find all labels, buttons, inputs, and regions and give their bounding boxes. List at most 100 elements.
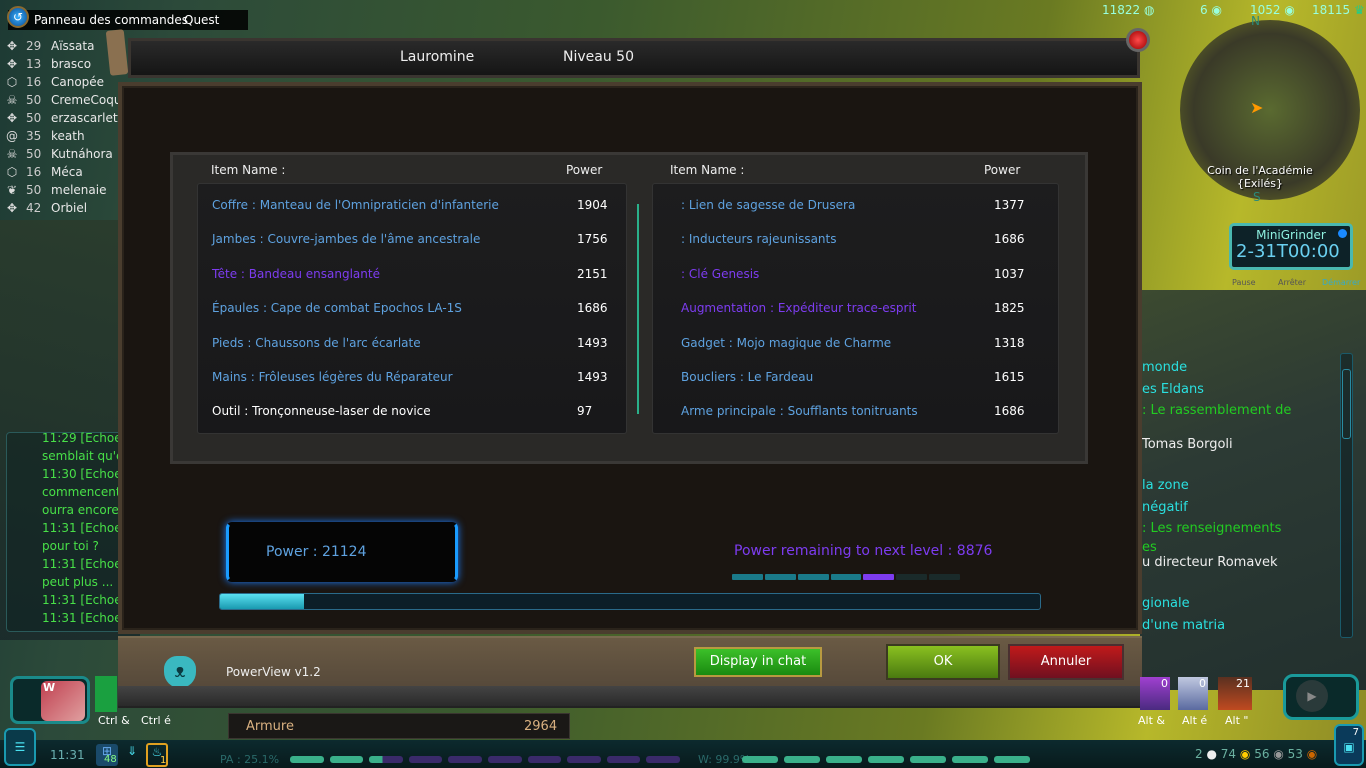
list-divider-scroll bbox=[637, 204, 639, 414]
currency-gold: 11822 ◍ bbox=[1102, 3, 1155, 17]
item-power: 1615 bbox=[994, 370, 1025, 384]
back-arrow-icon[interactable]: ↺ bbox=[7, 6, 29, 28]
command-panel-bar[interactable]: Panneau des commandes Quest bbox=[8, 10, 248, 30]
close-button[interactable] bbox=[1126, 28, 1150, 52]
quest-tracker-line[interactable]: d'une matria bbox=[1142, 618, 1225, 633]
friend-row[interactable]: ✥ 50 erzascarlett bbox=[4, 111, 124, 129]
quest-tracker-line[interactable]: es Eldans bbox=[1142, 382, 1204, 397]
chat-line: 11:31 [Echoe bbox=[42, 557, 122, 571]
chat-line: 11:31 [Echoe bbox=[42, 611, 122, 625]
friend-level: 35 bbox=[26, 129, 42, 143]
quest-tracker-line[interactable]: Tomas Borgoli bbox=[1142, 437, 1233, 452]
stop-button[interactable]: Arrêter bbox=[1278, 278, 1306, 287]
quest-scrollbar[interactable] bbox=[1340, 353, 1353, 638]
gift-icon[interactable]: ⊞ 48 bbox=[96, 744, 118, 766]
item-name[interactable]: Gadget : Mojo magique de Charme bbox=[681, 336, 891, 350]
consumable-slot-1[interactable]: 0 bbox=[1140, 677, 1170, 710]
cancel-button[interactable]: Annuler bbox=[1008, 644, 1124, 680]
feather-icon: ❦ bbox=[6, 183, 18, 197]
gadget-slot[interactable]: W bbox=[10, 676, 90, 724]
compass-north: N bbox=[1251, 14, 1260, 28]
item-name[interactable]: Outil : Tronçonneuse-laser de novice bbox=[212, 404, 431, 418]
addon-version: PowerView v1.2 bbox=[226, 665, 321, 679]
quest-tracker-line[interactable]: : Le rassemblement de bbox=[1142, 403, 1291, 418]
friend-name: erzascarlett bbox=[51, 111, 123, 125]
quest-tracker-line[interactable]: négatif bbox=[1142, 500, 1188, 515]
chat-line: peut plus ... " bbox=[42, 575, 122, 589]
quest-tracker-line[interactable]: es bbox=[1142, 540, 1157, 555]
download-icon[interactable]: ⇓ bbox=[122, 744, 142, 766]
consumable-slot-2[interactable]: 0 bbox=[1178, 677, 1208, 710]
quest-tab[interactable]: Quest bbox=[184, 13, 219, 27]
chat-line: 11:30 [Echoe bbox=[42, 467, 122, 481]
filter-icon[interactable] bbox=[1338, 229, 1347, 238]
friend-level: 13 bbox=[26, 57, 42, 71]
friend-row[interactable]: ☠ 50 CremeCoqu bbox=[4, 93, 124, 111]
item-name[interactable]: Mains : Frôleuses légères du Réparateur bbox=[212, 370, 453, 384]
item-power: 2151 bbox=[577, 266, 608, 281]
quest-tracker-line[interactable]: monde bbox=[1142, 360, 1187, 375]
item-name[interactable]: Tête : Bandeau ensanglanté bbox=[212, 267, 380, 281]
display-in-chat-button[interactable]: Display in chat bbox=[694, 647, 822, 677]
chat-line: 11:31 [Echoe bbox=[42, 521, 122, 535]
item-name[interactable]: Augmentation : Expéditeur trace-esprit bbox=[681, 301, 916, 315]
bottom-currencies: 2 ● 74 ◉ 56 ◉ 53 ◉ bbox=[1195, 747, 1318, 761]
friend-row[interactable]: ✥ 42 Orbiel bbox=[4, 201, 124, 219]
item-power: 1037 bbox=[994, 266, 1025, 281]
renown-icon: ◉ bbox=[1211, 3, 1222, 17]
friend-name: Canopée bbox=[51, 75, 105, 89]
consumable-slot-3[interactable]: 21 bbox=[1218, 677, 1252, 710]
friend-row[interactable]: ⬡ 16 Canopée bbox=[4, 75, 124, 93]
command-panel-title[interactable]: Panneau des commandes bbox=[34, 13, 188, 27]
item-name[interactable]: Boucliers : Le Fardeau bbox=[681, 370, 813, 384]
currency-renown: 6 ◉ bbox=[1200, 3, 1222, 17]
character-level: Niveau 50 bbox=[563, 49, 634, 65]
chat-line: semblait qu'e bbox=[42, 449, 122, 463]
friend-row[interactable]: ❦ 50 melenaie bbox=[4, 183, 124, 201]
item-name[interactable]: : Lien de sagesse de Drusera bbox=[681, 198, 855, 212]
pa-percent: PA : 25.1% bbox=[220, 753, 280, 766]
flame-icon[interactable]: ♨ 1 bbox=[146, 743, 168, 767]
friend-name: CremeCoqu bbox=[51, 93, 122, 107]
player-arrow-icon: ➤ bbox=[1250, 98, 1264, 117]
friend-row[interactable]: ✥ 13 brasco bbox=[4, 57, 124, 75]
item-name[interactable]: : Inducteurs rajeunissants bbox=[681, 232, 836, 246]
alt1-label: Alt & bbox=[1138, 714, 1165, 727]
pa-bar bbox=[290, 756, 680, 763]
ability-slot-1[interactable] bbox=[95, 676, 117, 712]
prestige-icon: ◉ bbox=[1284, 3, 1295, 17]
friend-level: 50 bbox=[26, 111, 42, 125]
right-item-list: : Lien de sagesse de Drusera 1377 : Induc… bbox=[652, 183, 1059, 434]
item-name[interactable]: : Clé Genesis bbox=[681, 267, 759, 281]
crosshair-icon: ✥ bbox=[6, 39, 18, 53]
friend-row[interactable]: ⬡ 16 Méca bbox=[4, 165, 124, 183]
quest-tracker-line[interactable]: u directeur Romavek bbox=[1142, 555, 1278, 570]
start-button[interactable]: Démarrer bbox=[1322, 278, 1360, 287]
minigrinder-title: MiniGrinder bbox=[1256, 228, 1326, 242]
friend-row[interactable]: @ 35 keath bbox=[4, 129, 124, 147]
shield-icon: ⬡ bbox=[6, 165, 18, 179]
main-menu-icon[interactable]: ☰ bbox=[4, 728, 36, 766]
friend-row[interactable]: ☠ 50 Kutnáhora bbox=[4, 147, 124, 165]
quest-tracker-line[interactable]: : Les renseignements bbox=[1142, 521, 1281, 536]
compass-south: S bbox=[1253, 190, 1261, 204]
play-icon[interactable]: ▶ bbox=[1296, 680, 1328, 712]
item-power: 97 bbox=[577, 404, 593, 419]
item-name[interactable]: Épaules : Cape de combat Epochos LA-1S bbox=[212, 301, 462, 315]
window-header[interactable]: Lauromine Niveau 50 bbox=[128, 38, 1140, 78]
item-name[interactable]: Pieds : Chaussons de l'arc écarlate bbox=[212, 336, 421, 350]
quest-tracker-line[interactable]: gionale bbox=[1142, 596, 1190, 611]
bag-icon[interactable]: ▣ 7 bbox=[1334, 724, 1364, 766]
alt2-label: Alt é bbox=[1182, 714, 1208, 727]
crosshair-icon: ✥ bbox=[6, 57, 18, 71]
quest-tracker-line[interactable]: la zone bbox=[1142, 478, 1189, 493]
item-name[interactable]: Coffre : Manteau de l'Omnipraticien d'in… bbox=[212, 198, 499, 212]
right-col-item-header: Item Name : bbox=[670, 163, 745, 177]
item-name[interactable]: Jambes : Couvre-jambes de l'âme ancestra… bbox=[212, 232, 480, 246]
pause-button[interactable]: Pause bbox=[1232, 278, 1256, 287]
chat-line: pour toi ? bbox=[42, 539, 99, 553]
ctrl2-label: Ctrl é bbox=[141, 714, 171, 727]
scroll-thumb[interactable] bbox=[1342, 369, 1351, 439]
ok-button[interactable]: OK bbox=[886, 644, 1000, 680]
item-name[interactable]: Arme principale : Soufflants tonitruants bbox=[681, 404, 918, 418]
